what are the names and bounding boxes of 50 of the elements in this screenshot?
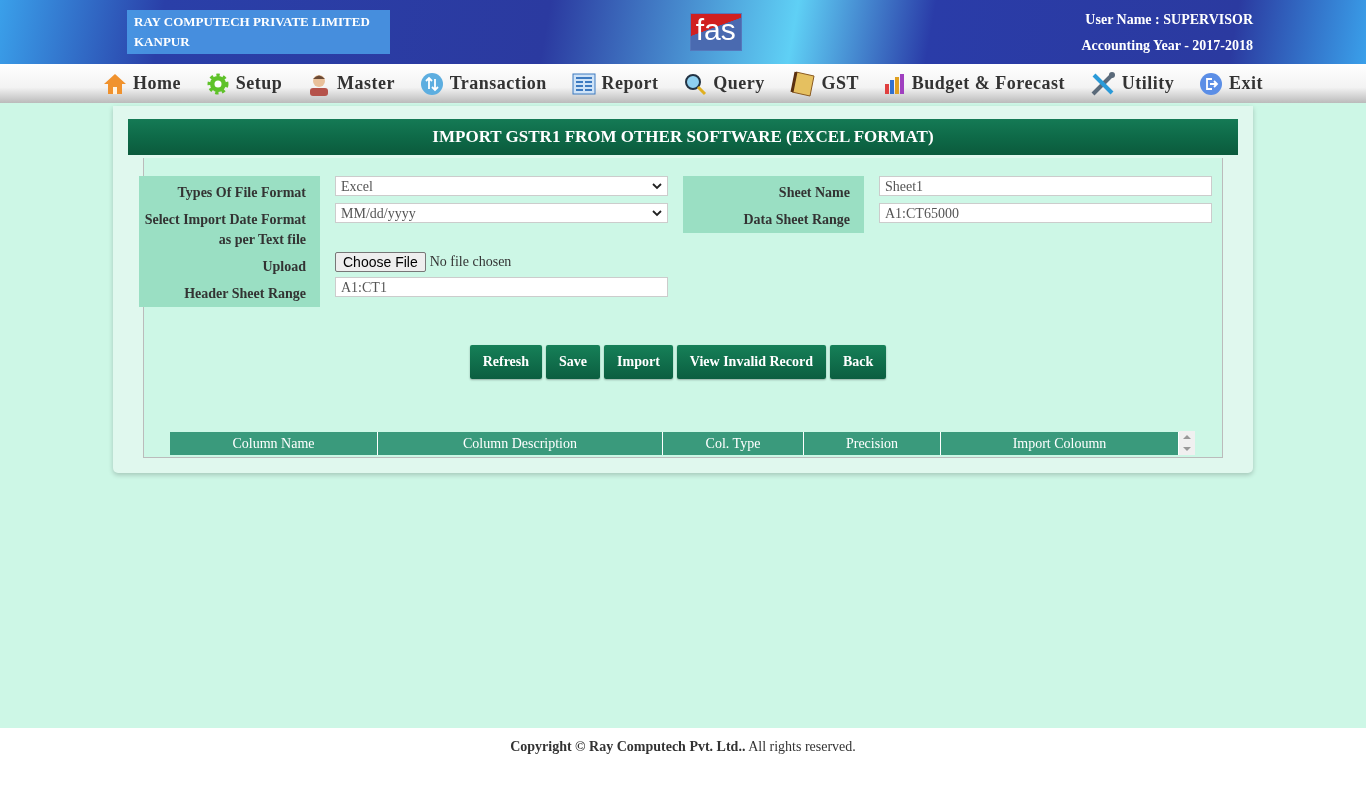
menu-item[interactable]: Transaction bbox=[419, 71, 547, 96]
menu-item[interactable]: Home bbox=[103, 71, 181, 96]
copyright-text: Copyright © Ray Computech Pvt. Ltd.. All rights reserved. bbox=[510, 739, 856, 756]
action-button[interactable]: View Invalid Record bbox=[676, 345, 826, 379]
book-icon bbox=[789, 69, 816, 98]
exit-icon bbox=[1198, 71, 1223, 96]
company-name: RAY COMPUTECH PRIVATE LIMITED bbox=[134, 13, 371, 31]
page-title: IMPORT GSTR1 FROM OTHER SOFTWARE (EXCEL FORMAT) bbox=[128, 119, 1238, 155]
arrows-icon bbox=[419, 71, 444, 96]
search-icon bbox=[683, 71, 708, 96]
action-button[interactable]: Back bbox=[830, 345, 887, 379]
menu-item[interactable]: Setup bbox=[205, 71, 283, 96]
field-label: Sheet Name bbox=[777, 184, 851, 202]
bar-chart-icon bbox=[883, 73, 906, 94]
file-status: No file chosen bbox=[429, 254, 512, 270]
document-icon bbox=[571, 72, 596, 95]
company-city: KANPUR bbox=[134, 33, 191, 51]
house-icon bbox=[103, 71, 127, 96]
text-field[interactable]: A1:CT65000 bbox=[879, 203, 1212, 223]
menu-item[interactable]: Report bbox=[571, 72, 659, 95]
chevron-down-icon bbox=[652, 209, 662, 217]
column-header: Column Description bbox=[378, 431, 663, 455]
tools-icon bbox=[1089, 70, 1116, 97]
column-header: Precision bbox=[804, 431, 941, 455]
gear-icon bbox=[205, 71, 230, 96]
action-button[interactable]: Refresh bbox=[469, 345, 543, 379]
menu-item[interactable]: Master bbox=[306, 71, 395, 96]
field-label: Select Import Date Format as per Text file bbox=[143, 211, 307, 249]
scrollbar-arrows-icon bbox=[1179, 431, 1195, 455]
field-label: Header Sheet Range bbox=[183, 285, 307, 303]
dropdown-field[interactable]: Excel bbox=[335, 176, 668, 196]
menu-item[interactable]: Budget & Forecast bbox=[883, 73, 1065, 94]
menu-item[interactable]: Utility bbox=[1089, 70, 1175, 97]
chevron-down-icon bbox=[652, 182, 662, 190]
menu-item[interactable]: GST bbox=[789, 69, 860, 98]
choose-file-button[interactable]: Choose File bbox=[335, 252, 426, 272]
accounting-year: Accounting Year - 2017-2018 bbox=[1081, 37, 1253, 55]
action-button[interactable]: Save bbox=[546, 345, 601, 379]
menu-item[interactable]: Query bbox=[683, 71, 765, 96]
text-field[interactable]: A1:CT1 bbox=[335, 277, 668, 297]
field-label: Types Of File Format bbox=[176, 184, 307, 202]
column-header: Column Name bbox=[170, 431, 378, 455]
column-header: Col. Type bbox=[663, 431, 804, 455]
menu-item[interactable]: Exit bbox=[1198, 71, 1263, 96]
action-button[interactable]: Import bbox=[604, 345, 673, 379]
text-field[interactable]: Sheet1 bbox=[879, 176, 1212, 196]
field-label: Upload bbox=[261, 258, 307, 276]
field-label: Data Sheet Range bbox=[742, 211, 851, 229]
user-name: User Name : SUPERVISOR bbox=[1084, 11, 1253, 29]
dropdown-field[interactable]: MM/dd/yyyy bbox=[335, 203, 668, 223]
